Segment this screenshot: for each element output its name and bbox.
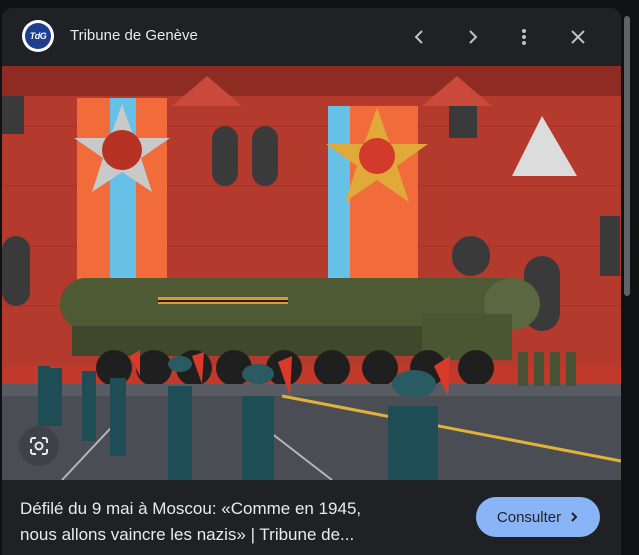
more-options-button[interactable]	[510, 23, 538, 51]
previous-button[interactable]	[406, 23, 434, 51]
preview-image[interactable]	[2, 66, 621, 480]
chevron-left-icon	[414, 30, 423, 44]
close-button[interactable]	[564, 23, 592, 51]
chevron-right-icon	[571, 512, 578, 522]
chevron-right-icon	[469, 30, 478, 44]
caption-line-2: nous allons vaincre les nazis» | Tribune…	[20, 525, 355, 544]
next-button[interactable]	[458, 23, 486, 51]
image-caption[interactable]: Défilé du 9 mai à Moscou: «Comme en 1945…	[20, 496, 430, 548]
visit-button[interactable]: Consulter	[476, 497, 600, 537]
image-preview-panel: TdG Tribune de Genève Défilé du 9 mai à …	[2, 8, 621, 555]
site-logo[interactable]: TdG	[22, 20, 54, 52]
caption-line-1: Défilé du 9 mai à Moscou: «Comme en 1945…	[20, 499, 362, 518]
preview-footer: Défilé du 9 mai à Moscou: «Comme en 1945…	[2, 480, 621, 555]
site-name[interactable]: Tribune de Genève	[70, 27, 198, 44]
lens-search-button[interactable]	[19, 426, 59, 466]
scrollbar[interactable]	[623, 8, 631, 308]
google-lens-icon	[30, 437, 48, 455]
parade-photo	[2, 66, 621, 480]
scrollbar-thumb[interactable]	[624, 16, 630, 296]
visit-button-label: Consulter	[496, 508, 562, 526]
site-logo-text: TdG	[25, 23, 51, 49]
more-vert-icon	[522, 29, 526, 45]
preview-header: TdG Tribune de Genève	[2, 8, 621, 66]
close-icon	[571, 30, 585, 44]
